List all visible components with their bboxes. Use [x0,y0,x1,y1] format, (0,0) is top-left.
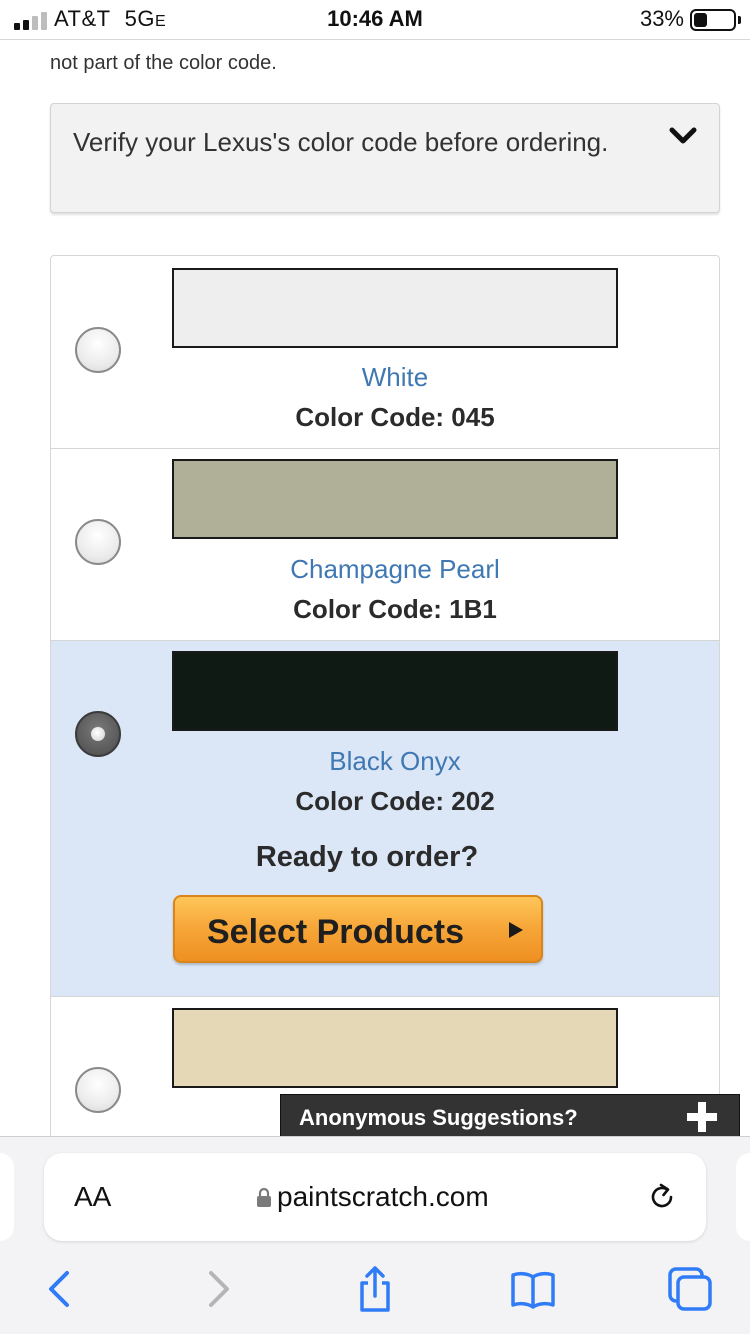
color-code-label: Color Code: 1B1 [293,594,497,624]
color-name-link[interactable]: White [172,362,618,393]
tabs-icon[interactable] [666,1265,714,1313]
battery-icon [690,9,736,31]
color-option-black-onyx[interactable]: Black Onyx Color Code: 202 Ready to orde… [51,641,719,997]
color-code-label: Color Code: 202 [295,786,495,816]
lock-icon [257,1187,271,1207]
color-swatch[interactable] [172,1008,618,1088]
color-option-white[interactable]: White Color Code: 045 [51,256,719,449]
address-bar[interactable]: AA paintscratch.com [44,1153,706,1241]
forward-icon[interactable] [195,1265,243,1313]
color-radio-button[interactable] [75,1067,121,1113]
plus-icon[interactable] [687,1102,717,1132]
ready-to-order-text: Ready to order? [255,841,479,873]
previous-tab-peek[interactable] [0,1153,14,1241]
next-tab-peek[interactable] [736,1153,750,1241]
chevron-down-icon[interactable] [669,126,697,146]
color-radio-button[interactable] [75,519,121,565]
color-name-link[interactable]: Champagne Pearl [172,554,618,585]
back-icon[interactable] [35,1265,83,1313]
color-option-champagne-pearl[interactable]: Champagne Pearl Color Code: 1B1 [51,449,719,641]
status-time: 10:46 AM [327,6,423,31]
color-name-link[interactable]: Black Onyx [172,746,618,777]
battery-tip [738,16,741,24]
color-swatch[interactable] [172,268,618,348]
color-code-label: Color Code: 045 [295,402,495,432]
suggestions-label: Anonymous Suggestions? [299,1105,578,1130]
battery-level [694,13,707,27]
battery-percent: 33% [639,6,684,31]
status-bar: AT&T 5GE 10:46 AM 33% [0,0,750,40]
color-options-list: White Color Code: 045 Champagne Pearl Co… [50,255,720,1155]
color-radio-button[interactable] [75,327,121,373]
select-products-button[interactable]: Select Products [173,895,543,963]
share-icon[interactable] [351,1265,399,1313]
color-radio-button-selected[interactable] [75,711,121,757]
bookmarks-icon[interactable] [509,1265,557,1313]
anonymous-suggestions-bar[interactable]: Anonymous Suggestions? [280,1094,740,1138]
reload-icon[interactable] [646,1181,678,1213]
color-swatch[interactable] [172,459,618,539]
color-code-note: not part of the color code. [50,52,277,74]
text-size-button[interactable]: AA [74,1181,111,1213]
url-text[interactable]: paintscratch.com [277,1181,489,1213]
browser-toolbar: AA paintscratch.com [0,1136,750,1334]
color-swatch[interactable] [172,651,618,731]
verify-color-code-panel[interactable]: Verify your Lexus's color code before or… [50,103,720,213]
play-arrow-icon [509,922,523,938]
text-size-label: AA [74,1181,112,1212]
select-products-label: Select Products [207,913,464,951]
verify-panel-text: Verify your Lexus's color code before or… [73,127,609,157]
